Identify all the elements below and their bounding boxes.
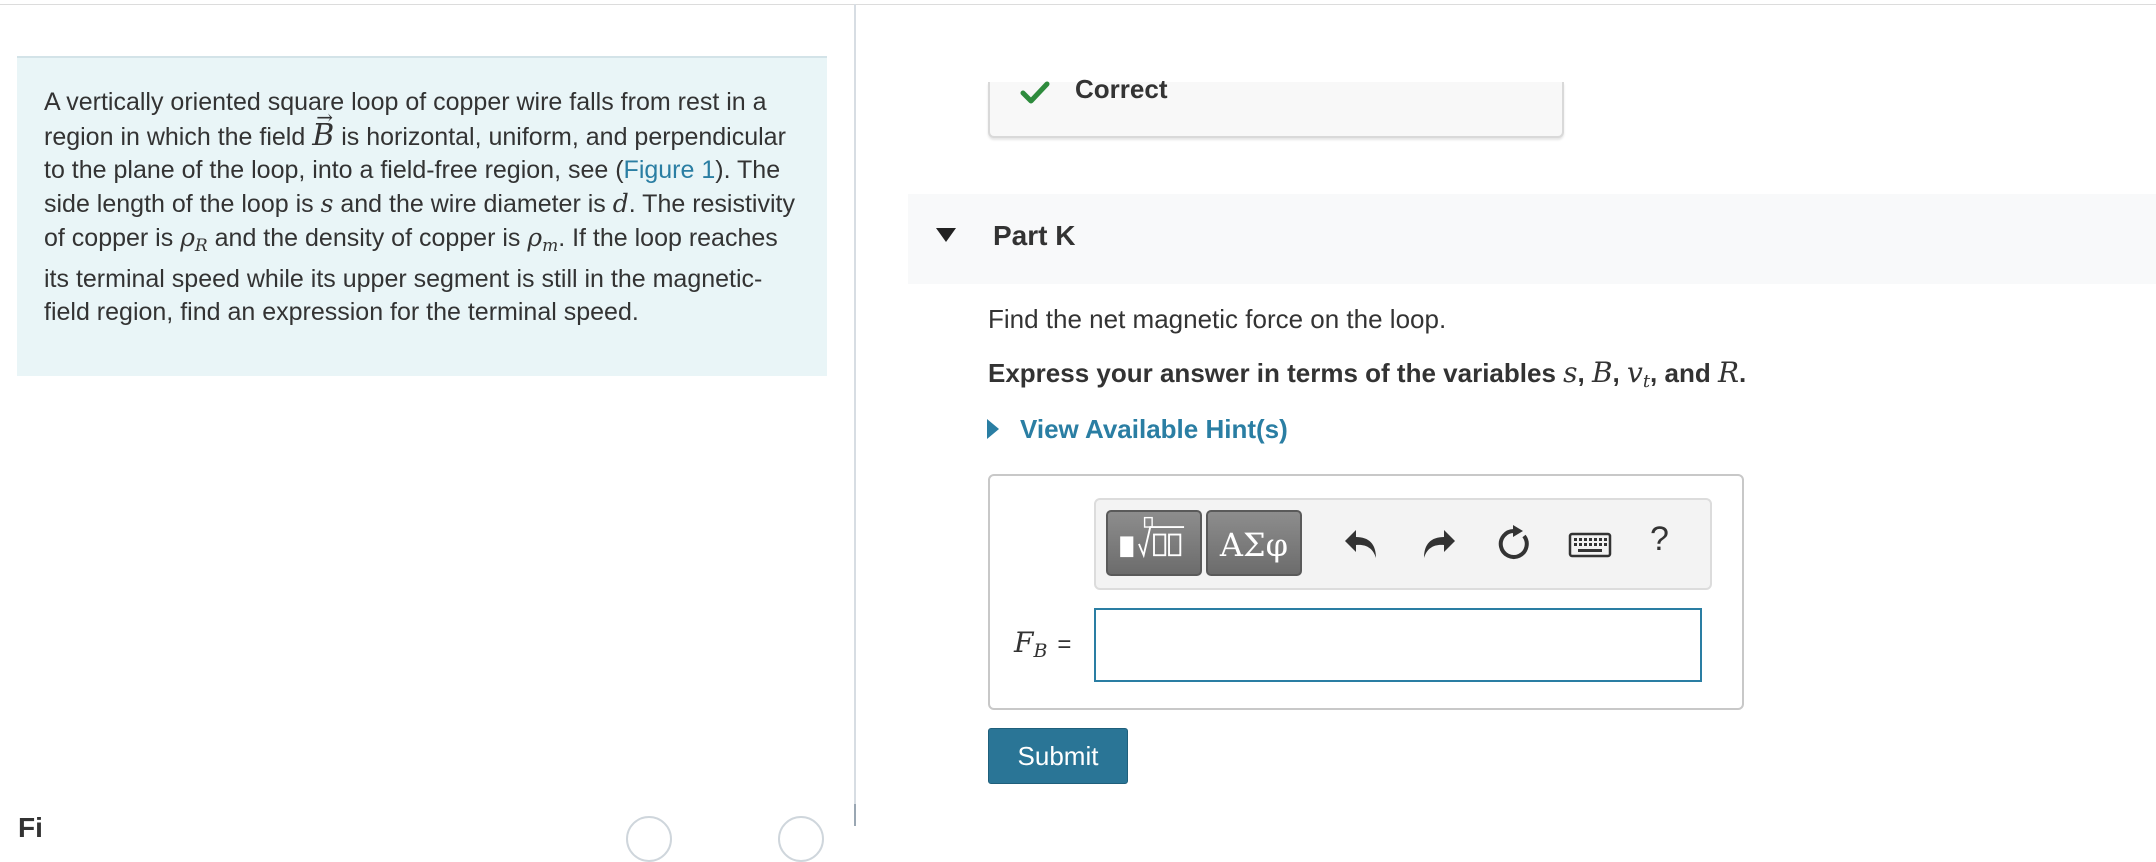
caret-down-icon <box>936 228 956 242</box>
help-icon[interactable]: ? <box>1650 520 1669 559</box>
intro-text: and the density of copper is <box>207 224 528 252</box>
submit-button[interactable]: Submit <box>988 728 1128 784</box>
separator-and: , and <box>1650 358 1718 388</box>
reset-icon[interactable] <box>1494 524 1534 564</box>
math-toolbar: ΑΣφ ? <box>1094 498 1712 590</box>
density-symbol: ρm <box>527 223 558 256</box>
figure-next-button[interactable] <box>778 816 824 862</box>
pane-divider[interactable] <box>854 4 856 826</box>
resize-handle[interactable] <box>854 804 856 826</box>
keyboard-icon[interactable] <box>1568 524 1612 564</box>
undo-icon[interactable] <box>1342 524 1382 564</box>
figure-1-link[interactable]: Figure 1 <box>624 156 716 184</box>
var-s: s <box>1563 356 1578 389</box>
separator: , <box>1612 358 1627 388</box>
problem-intro: A vertically oriented square loop of cop… <box>17 56 827 376</box>
equals-sign: = <box>1057 631 1072 658</box>
redo-icon[interactable] <box>1418 524 1458 564</box>
vector-b-symbol: B <box>312 101 334 152</box>
var-r: R <box>1717 356 1740 389</box>
question-text: Find the net magnetic force on the loop. <box>988 304 1447 334</box>
answer-instruction: Express your answer in terms of the vari… <box>988 356 1746 392</box>
correct-feedback-box: Correct <box>988 74 1564 138</box>
diameter-symbol: d <box>612 189 629 218</box>
var-v: v <box>1626 356 1643 389</box>
period: . <box>1739 358 1747 388</box>
templates-button[interactable] <box>1106 510 1202 576</box>
separator: , <box>1577 358 1592 388</box>
part-title: Part K <box>993 220 1076 251</box>
view-hints-link[interactable]: View Available Hint(s) <box>1020 414 1288 445</box>
check-icon <box>1020 81 1050 104</box>
var-v-subscript: t <box>1642 371 1651 392</box>
figure-heading: Fi <box>18 812 43 843</box>
force-symbol: F <box>1014 626 1034 659</box>
force-subscript: B <box>1033 640 1048 662</box>
answer-input[interactable] <box>1094 608 1702 682</box>
answer-variable-label: FB = <box>1014 626 1071 662</box>
templates-icon <box>1120 516 1185 559</box>
correct-label: Correct <box>1075 74 1168 104</box>
var-b: B <box>1591 356 1613 389</box>
part-k-header[interactable]: Part K <box>908 194 2156 284</box>
resistivity-symbol: ρR <box>180 223 208 256</box>
rho-symbol: ρ <box>527 223 543 252</box>
caret-right-icon <box>987 419 999 439</box>
intro-text: and the wire diameter is <box>333 190 613 218</box>
greek-symbols-icon: ΑΣφ <box>1219 526 1289 564</box>
side-length-symbol: s <box>320 189 334 218</box>
rho-subscript-m: m <box>542 236 559 256</box>
problem-pane: A vertically oriented square loop of cop… <box>0 4 854 862</box>
instruction-text: Express your answer in terms of the vari… <box>988 358 1564 388</box>
symbols-button[interactable]: ΑΣφ <box>1206 510 1302 576</box>
rho-subscript-r: R <box>194 236 208 256</box>
figure-prev-button[interactable] <box>626 816 672 862</box>
answer-box: ΑΣφ ? FB = <box>988 474 1744 710</box>
rho-symbol: ρ <box>180 223 195 252</box>
